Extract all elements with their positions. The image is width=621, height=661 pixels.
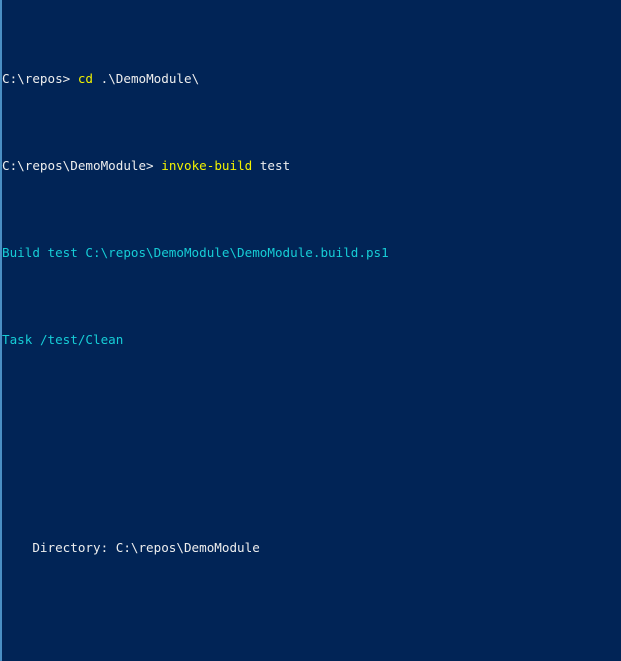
command-args-cd: .\DemoModule\ — [100, 71, 200, 87]
directory-heading: Directory: C:\repos\DemoModule — [2, 539, 260, 555]
task-name: /test/Clean — [39, 331, 124, 347]
build-task-line: Task /test/Clean — [2, 331, 621, 348]
build-header-line: Build test C:\repos\DemoModule\DemoModul… — [2, 244, 389, 260]
command-line-invoke-build: C:\repos\DemoModule> invoke-build test — [2, 157, 621, 174]
prompt-text: C:\repos> — [2, 71, 71, 87]
command-line-cd: C:\repos> cd .\DemoModule\ — [2, 70, 621, 87]
prompt-text: C:\repos\DemoModule> — [2, 158, 154, 174]
command-args-invoke-build: test — [259, 158, 291, 174]
window-left-edge — [0, 0, 2, 661]
command-name-invoke-build: invoke-build — [161, 158, 253, 174]
powershell-console-window[interactable]: C:\repos> cd .\DemoModule\ C:\repos\Demo… — [0, 0, 621, 661]
console-output-buffer[interactable]: C:\repos> cd .\DemoModule\ C:\repos\Demo… — [2, 1, 621, 661]
task-kind: Task — [2, 331, 33, 347]
command-name-cd: cd — [77, 71, 94, 87]
